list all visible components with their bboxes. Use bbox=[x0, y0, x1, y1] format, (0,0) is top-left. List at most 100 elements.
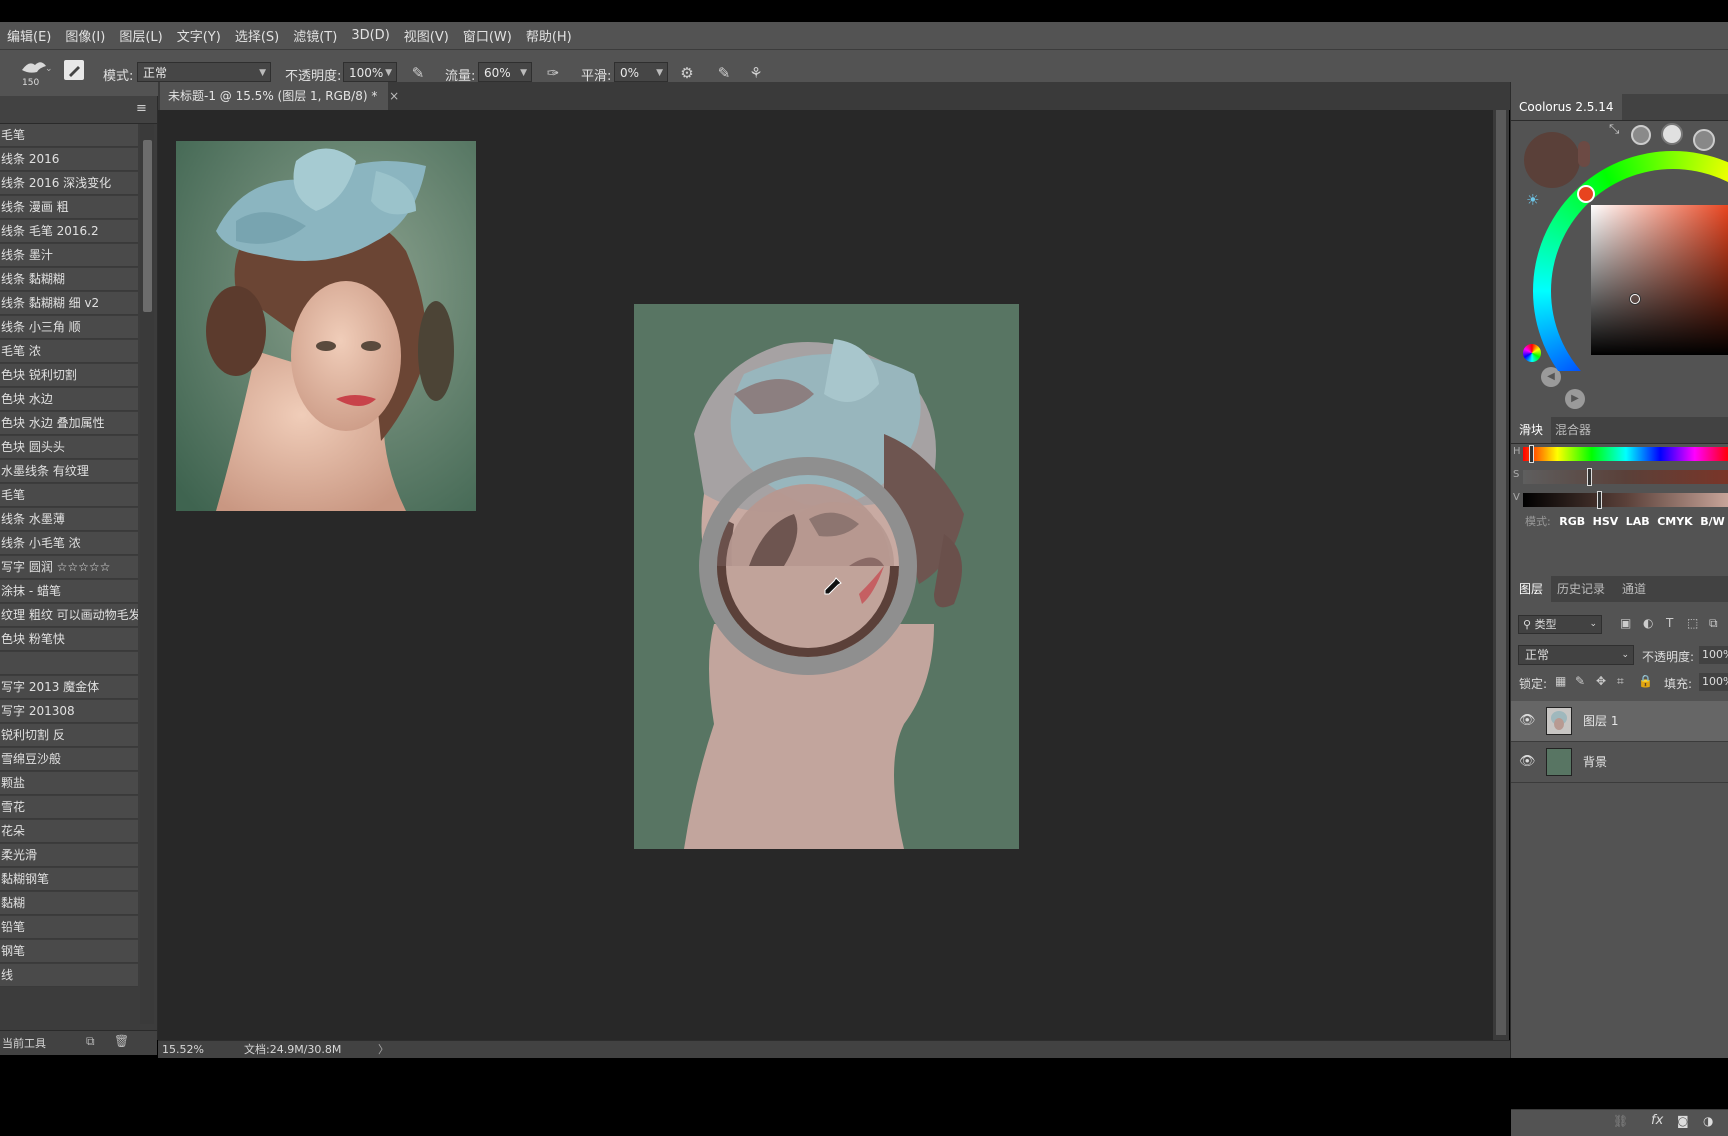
brush-preset-item[interactable]: 线条 漫画 粗 bbox=[0, 196, 138, 219]
brush-preset-item[interactable]: 纹理 粗纹 可以画动物毛发 bbox=[0, 604, 138, 627]
saturation-slider-handle[interactable] bbox=[1586, 468, 1592, 486]
brush-preset-item[interactable]: 涂抹 - 蜡笔 bbox=[0, 580, 138, 603]
brush-preset-item[interactable]: 线条 小毛笔 浓 bbox=[0, 532, 138, 555]
brush-preset-item[interactable]: 写字 2013 魔金体 bbox=[0, 676, 138, 699]
brush-preset-item[interactable]: 色块 粉笔快 bbox=[0, 628, 138, 651]
brush-preset-item[interactable] bbox=[0, 652, 138, 675]
brush-preset-item[interactable]: 雪绵豆沙般 bbox=[0, 748, 138, 771]
menu-layer[interactable]: 图层(L) bbox=[112, 26, 169, 45]
zoom-level[interactable]: 15.52% bbox=[162, 1041, 204, 1059]
layer-row[interactable]: 👁 图层 1 bbox=[1511, 701, 1728, 742]
menu-select[interactable]: 选择(S) bbox=[228, 26, 286, 45]
hue-slider-handle[interactable] bbox=[1529, 445, 1535, 463]
brush-preset-item[interactable]: 线条 毛笔 2016.2 bbox=[0, 220, 138, 243]
brush-preset-item[interactable]: 线条 黏糊糊 bbox=[0, 268, 138, 291]
brush-preset-item[interactable]: 线条 墨汁 bbox=[0, 244, 138, 267]
saturation-value-square[interactable] bbox=[1591, 205, 1728, 355]
filter-shape-icon[interactable]: ⬚ bbox=[1687, 616, 1698, 630]
eye-icon[interactable]: 👁 bbox=[1519, 713, 1536, 729]
blend-mode-select[interactable]: 正常 ⌄ bbox=[1518, 645, 1634, 665]
brush-preset-item[interactable]: 色块 水边 bbox=[0, 388, 138, 411]
brush-preset-item[interactable]: 线 bbox=[0, 964, 138, 987]
brush-preset-item[interactable]: 柔光滑 bbox=[0, 844, 138, 867]
smoothing-field[interactable]: 0% ▼ bbox=[614, 62, 668, 82]
value-slider[interactable] bbox=[1523, 493, 1728, 507]
panel-menu-icon[interactable]: ≡ bbox=[136, 101, 147, 116]
scrollbar-thumb[interactable] bbox=[143, 140, 152, 312]
brush-preset-item[interactable]: 毛笔 浓 bbox=[0, 340, 138, 363]
layer-mask-icon[interactable]: ◙ bbox=[1677, 1114, 1689, 1128]
brush-preset-picker[interactable]: 150 ⌄ bbox=[16, 54, 53, 90]
airbrush-icon[interactable]: ✑ bbox=[543, 63, 563, 83]
mode-select[interactable]: 正常 ▼ bbox=[137, 62, 271, 82]
tab-channels[interactable]: 通道 bbox=[1614, 576, 1654, 602]
lock-image-icon[interactable]: ✎ bbox=[1575, 674, 1585, 688]
fx-icon[interactable]: fx bbox=[1651, 1113, 1663, 1128]
new-preset-icon[interactable]: ⧉ bbox=[86, 1034, 95, 1049]
hue-ring-handle[interactable] bbox=[1577, 185, 1595, 203]
fill-value[interactable]: 100% bbox=[1699, 673, 1728, 691]
eye-icon[interactable]: 👁 bbox=[1519, 754, 1536, 770]
tab-sliders[interactable]: 滑块 bbox=[1511, 417, 1552, 443]
tab-history[interactable]: 历史记录 bbox=[1549, 576, 1613, 602]
menu-image[interactable]: 图像(I) bbox=[58, 26, 112, 45]
filter-type-icon[interactable]: T bbox=[1666, 616, 1673, 630]
adjustment-layer-icon[interactable]: ◑ bbox=[1703, 1114, 1713, 1128]
link-icon[interactable]: ⛓ bbox=[1613, 1114, 1628, 1128]
layer-filter-select[interactable]: ⚲ 类型 ⌄ bbox=[1518, 615, 1602, 634]
layer-name[interactable]: 背景 bbox=[1583, 742, 1607, 782]
brush-preset-item[interactable]: 毛笔 bbox=[0, 124, 138, 147]
brush-preset-item[interactable]: 花朵 bbox=[0, 820, 138, 843]
lock-position-icon[interactable]: ✥ bbox=[1596, 674, 1606, 688]
reference-photo[interactable] bbox=[176, 141, 476, 511]
brush-preset-item[interactable]: 色块 圆头头 bbox=[0, 436, 138, 459]
layer-opacity-value[interactable]: 100% bbox=[1699, 646, 1728, 664]
brush-preset-item[interactable]: 铅笔 bbox=[0, 916, 138, 939]
filter-smart-object-icon[interactable]: ⧉ bbox=[1709, 616, 1718, 631]
pressure-opacity-icon[interactable]: ✎ bbox=[408, 63, 428, 83]
menu-type[interactable]: 文字(Y) bbox=[170, 26, 228, 45]
brush-preset-item[interactable]: 线条 2016 bbox=[0, 148, 138, 171]
brush-preset-item[interactable]: 黏糊钢笔 bbox=[0, 868, 138, 891]
lock-artboard-icon[interactable]: ⌗ bbox=[1617, 674, 1624, 689]
gamut-mode-icon[interactable] bbox=[1631, 125, 1651, 145]
brush-preset-item[interactable]: 线条 2016 深浅变化 bbox=[0, 172, 138, 195]
lock-all-icon[interactable]: 🔒 bbox=[1638, 674, 1653, 688]
menu-help[interactable]: 帮助(H) bbox=[519, 26, 579, 45]
canvas-workspace[interactable] bbox=[158, 110, 1493, 1040]
mode-cmyk[interactable]: CMYK bbox=[1657, 515, 1693, 528]
saturation-slider[interactable] bbox=[1523, 470, 1728, 484]
status-menu-arrow[interactable]: 〉 bbox=[378, 1041, 389, 1059]
trash-icon[interactable]: 🗑 bbox=[114, 1034, 129, 1048]
brush-settings-toggle[interactable] bbox=[64, 60, 84, 80]
scrollbar-thumb[interactable] bbox=[1496, 110, 1506, 1035]
brush-preset-item[interactable]: 黏糊 bbox=[0, 892, 138, 915]
sv-picker-handle[interactable] bbox=[1630, 294, 1640, 304]
brush-preset-item[interactable]: 颗盐 bbox=[0, 772, 138, 795]
filter-pixel-icon[interactable]: ▣ bbox=[1620, 616, 1631, 630]
wheel-mode-icon[interactable] bbox=[1693, 129, 1715, 151]
brush-preset-item[interactable]: 线条 小三角 顺 bbox=[0, 316, 138, 339]
gamut-mask-icon[interactable] bbox=[1661, 123, 1683, 145]
close-icon[interactable]: × bbox=[389, 89, 399, 103]
lock-transparent-icon[interactable]: ▦ bbox=[1555, 674, 1566, 688]
brush-preset-item[interactable]: 水墨线条 有纹理 bbox=[0, 460, 138, 483]
document-tab[interactable]: 未标题-1 @ 15.5% (图层 1, RGB/8) * × bbox=[160, 82, 399, 110]
brush-preset-item[interactable]: 线条 水墨薄 bbox=[0, 508, 138, 531]
mode-hsv[interactable]: HSV bbox=[1593, 515, 1619, 528]
mode-rgb[interactable]: RGB bbox=[1559, 515, 1585, 528]
filter-adjustment-icon[interactable]: ◐ bbox=[1643, 616, 1653, 630]
brush-preset-item[interactable]: 写字 圆润 ☆☆☆☆☆ bbox=[0, 556, 138, 579]
rotate-right-icon[interactable]: ▶ bbox=[1565, 389, 1585, 409]
symmetry-butterfly-icon[interactable]: ⚘ bbox=[746, 63, 766, 83]
flow-field[interactable]: 60% ▼ bbox=[478, 62, 532, 82]
brush-preset-item[interactable]: 写字 201308 bbox=[0, 700, 138, 723]
brush-preset-item[interactable]: 锐利切割 反 bbox=[0, 724, 138, 747]
menu-view[interactable]: 视图(V) bbox=[397, 26, 456, 45]
mode-bw[interactable]: B/W bbox=[1700, 515, 1725, 528]
mode-lab[interactable]: LAB bbox=[1626, 515, 1650, 528]
layer-row[interactable]: 👁 背景 bbox=[1511, 742, 1728, 783]
brush-preset-item[interactable]: 雪花 bbox=[0, 796, 138, 819]
brush-preset-item[interactable]: 钢笔 bbox=[0, 940, 138, 963]
menu-window[interactable]: 窗口(W) bbox=[456, 26, 519, 45]
